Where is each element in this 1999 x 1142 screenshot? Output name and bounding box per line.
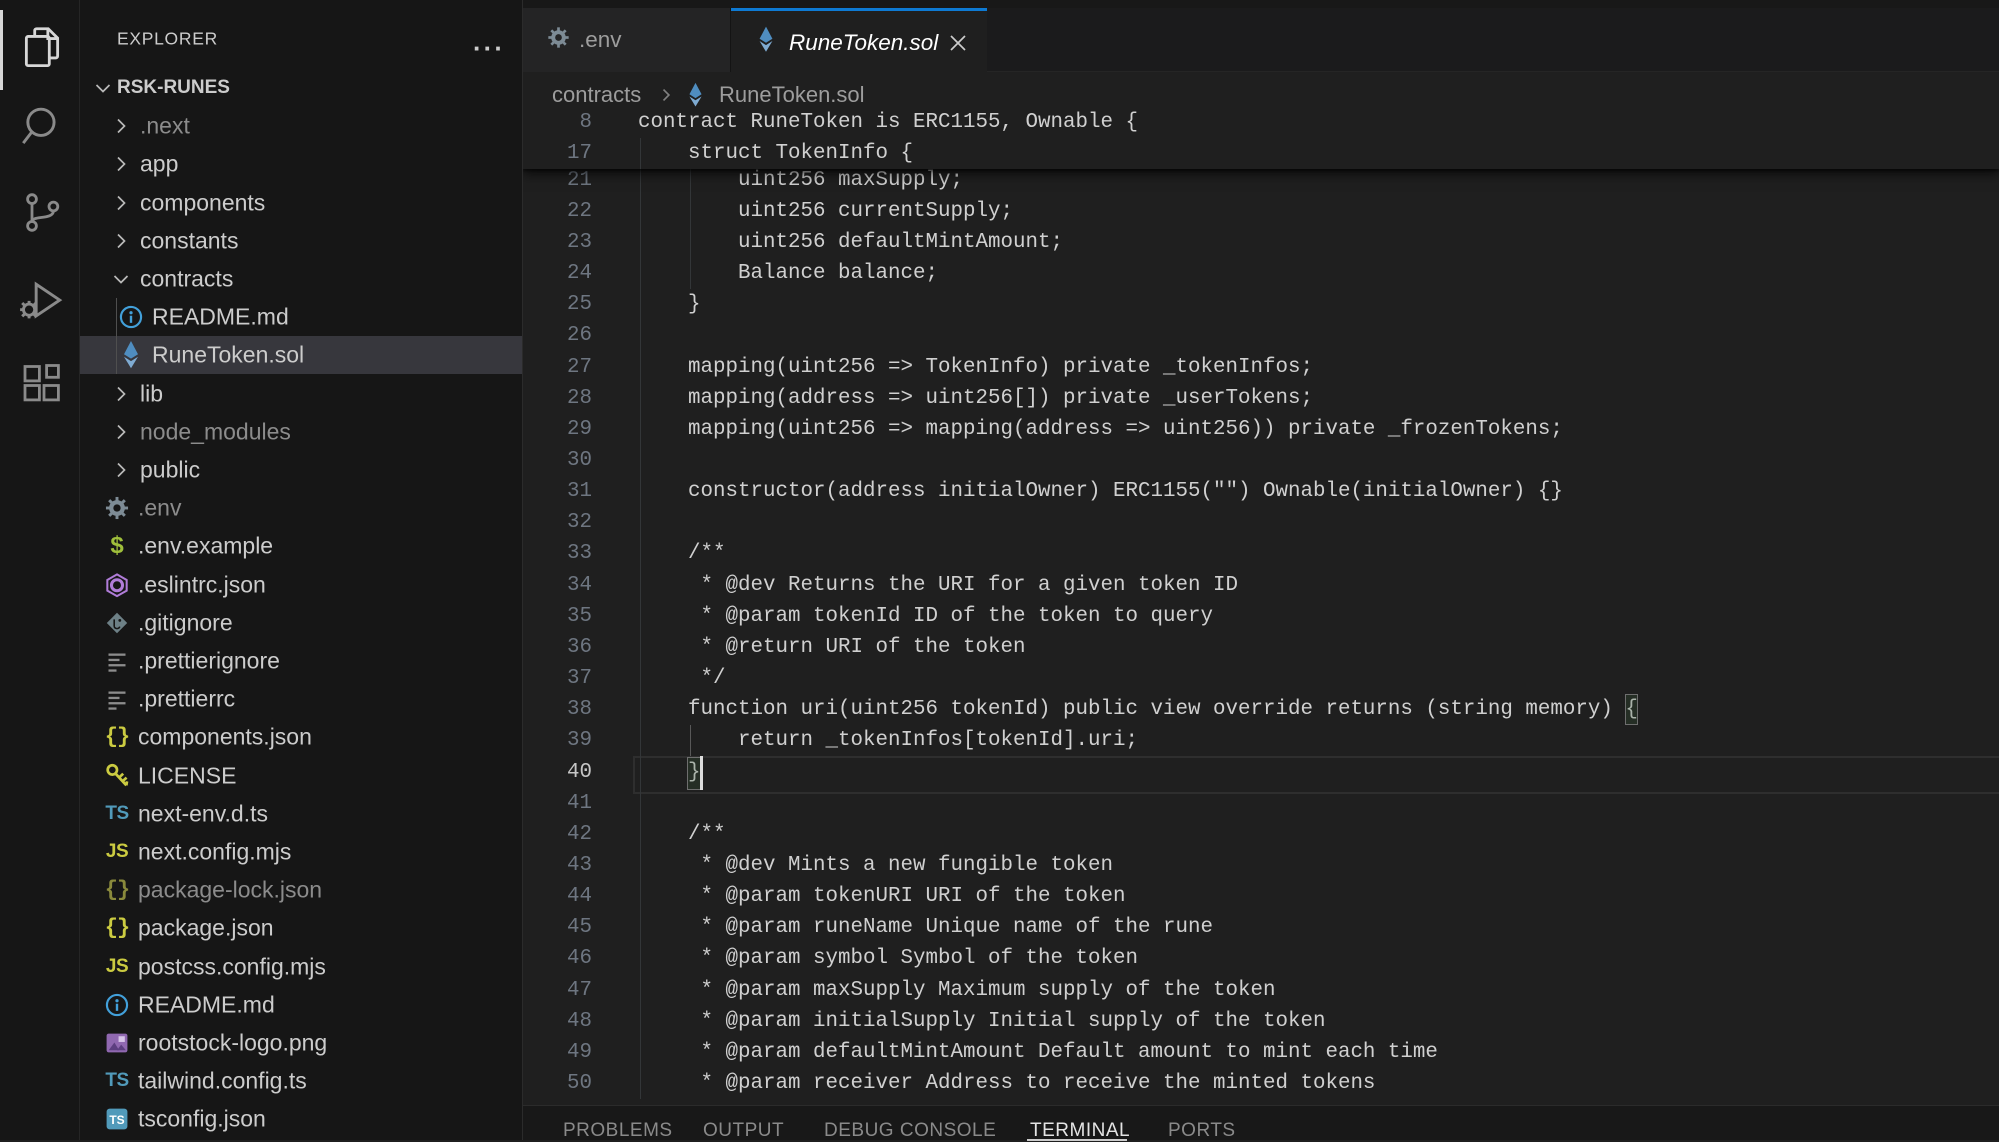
svg-text:TS: TS <box>109 1113 124 1127</box>
